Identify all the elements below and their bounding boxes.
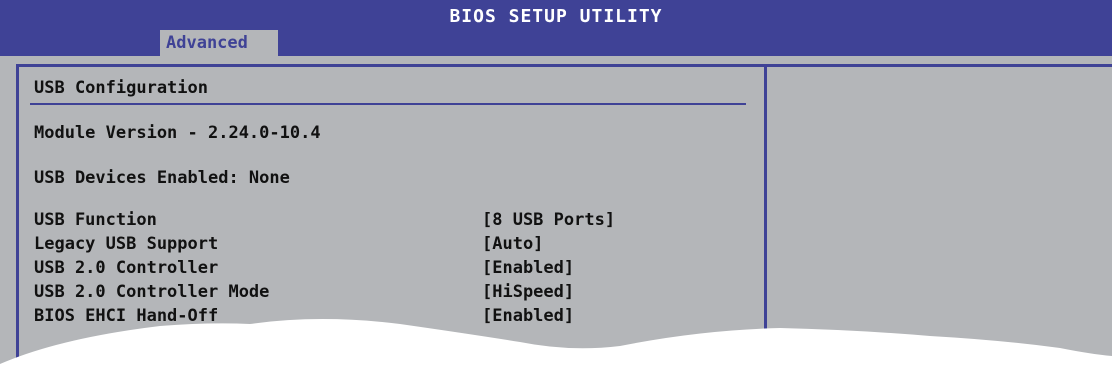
setting-label-usb-2-controller[interactable]: USB 2.0 Controller (34, 258, 218, 278)
module-version: Module Version - 2.24.0-10.4 (34, 123, 321, 143)
tab-advanced[interactable]: Advanced (160, 30, 278, 56)
setting-label-usb-2-controller-mode[interactable]: USB 2.0 Controller Mode (34, 282, 269, 302)
frame-top-line (16, 64, 1112, 67)
setting-label-legacy-usb-support[interactable]: Legacy USB Support (34, 234, 218, 254)
setting-label-usb-function[interactable]: USB Function (34, 210, 157, 230)
section-title: USB Configuration (34, 78, 208, 98)
bios-title: BIOS SETUP UTILITY (449, 6, 663, 27)
setting-value-usb-function[interactable]: [8 USB Ports] (482, 210, 615, 230)
setting-value-legacy-usb-support[interactable]: [Auto] (482, 234, 543, 254)
setting-value-usb-2-controller-mode[interactable]: [HiSpeed] (482, 282, 574, 302)
section-underline (30, 103, 746, 105)
torn-edge-decoration (0, 319, 1112, 376)
bios-title-bar: BIOS SETUP UTILITY Advanced (0, 0, 1112, 56)
setting-value-usb-2-controller[interactable]: [Enabled] (482, 258, 574, 278)
usb-devices-enabled: USB Devices Enabled: None (34, 168, 290, 188)
